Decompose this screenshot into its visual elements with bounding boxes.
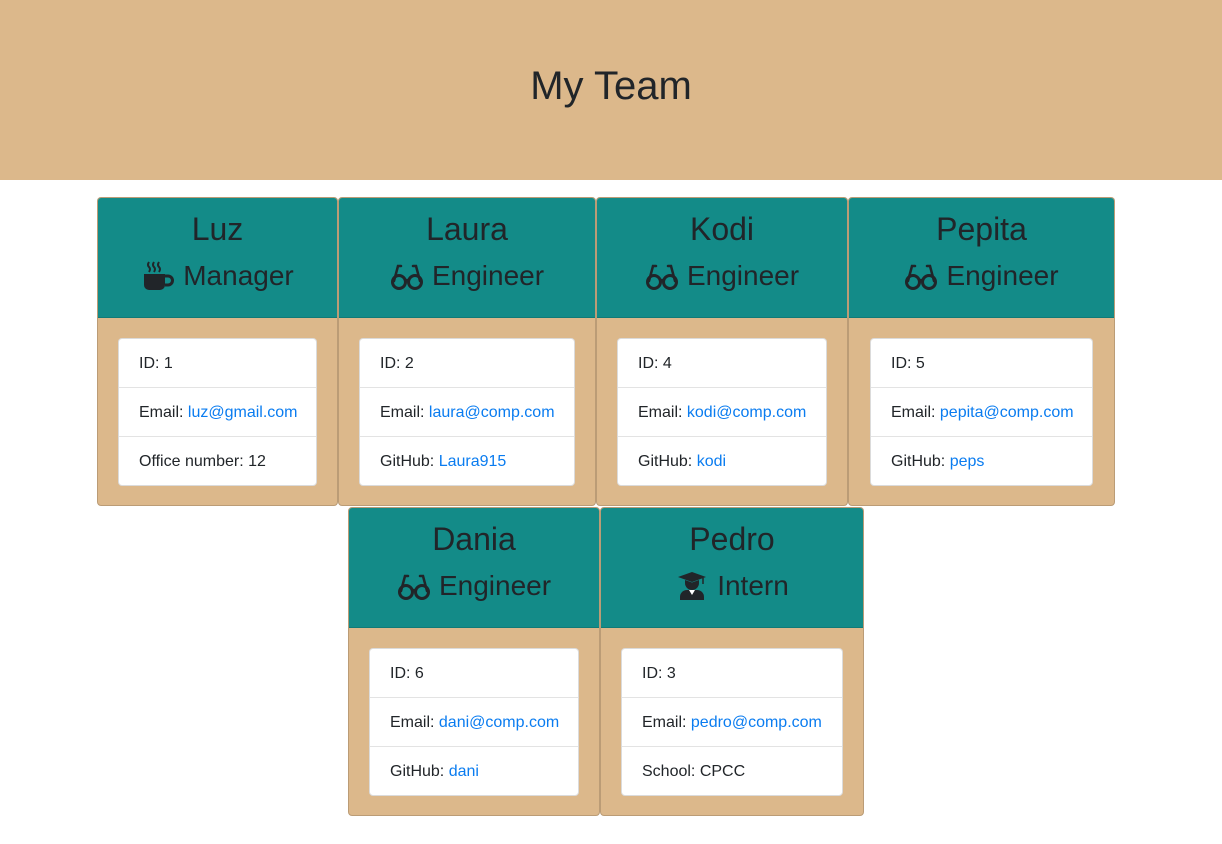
employee-name: Pedro [689, 521, 775, 557]
github-link[interactable]: dani [449, 763, 479, 780]
id-label: ID: [139, 355, 164, 372]
card-header: Luz Manager [98, 198, 337, 318]
team-header: My Team [0, 0, 1222, 180]
github-item: GitHub: dani [370, 747, 578, 796]
role-label: Engineer [946, 260, 1059, 291]
id-item: ID: 6 [370, 649, 578, 698]
id-label: ID: [638, 355, 663, 372]
email-link[interactable]: kodi@comp.com [687, 404, 806, 421]
id-label: ID: [891, 355, 916, 372]
email-item: Email: pepita@comp.com [871, 388, 1092, 437]
employee-role: Intern [601, 568, 863, 604]
card-header: Dania Engineer [349, 508, 599, 628]
role-label: Intern [717, 570, 789, 601]
employee-details: ID: 2 Email: laura@comp.com GitHub: Laur… [359, 338, 575, 486]
employee-card: Luz Manager ID: 1 Email: luz@gmail.com O… [97, 197, 338, 506]
employee-role: Engineer [849, 258, 1114, 294]
id-value: 2 [404, 355, 414, 372]
employee-role: Engineer [597, 258, 847, 294]
id-item: ID: 3 [622, 649, 842, 698]
id-value: 6 [414, 665, 424, 682]
employee-card: Laura Engineer ID: 2 Email: laura@comp.c… [338, 197, 596, 506]
email-link[interactable]: laura@comp.com [429, 404, 555, 421]
github-label: GitHub: [638, 453, 697, 470]
role-label: Engineer [686, 260, 800, 291]
github-item: GitHub: Laura915 [360, 437, 574, 486]
employee-card: Pepita Engineer ID: 5 Email: pepita@comp… [848, 197, 1115, 506]
email-label: Email: [642, 714, 691, 731]
id-label: ID: [642, 665, 667, 682]
id-item: ID: 5 [871, 339, 1092, 388]
school-label: School: [642, 763, 700, 780]
github-link[interactable]: kodi [697, 453, 726, 470]
employee-role: Manager [98, 258, 337, 294]
glasses-icon [397, 571, 431, 601]
employee-name: Pepita [936, 211, 1027, 247]
email-label: Email: [380, 404, 429, 421]
email-link[interactable]: pedro@comp.com [691, 714, 822, 731]
email-item: Email: luz@gmail.com [119, 388, 316, 437]
glasses-icon [645, 261, 679, 291]
employee-card: Pedro Intern ID: 3 Email: pedro@comp.com… [600, 507, 864, 816]
github-item: GitHub: peps [871, 437, 1092, 486]
school-value: CPCC [699, 763, 746, 780]
id-value: 1 [163, 355, 173, 372]
email-item: Email: pedro@comp.com [622, 698, 842, 747]
email-link[interactable]: luz@gmail.com [188, 404, 298, 421]
email-item: Email: laura@comp.com [360, 388, 574, 437]
email-label: Email: [638, 404, 687, 421]
id-value: 3 [666, 665, 676, 682]
role-label: Engineer [438, 570, 552, 601]
email-label: Email: [390, 714, 439, 731]
employee-name: Luz [191, 211, 244, 247]
glasses-icon [390, 261, 424, 291]
employee-details: ID: 1 Email: luz@gmail.com Office number… [118, 338, 317, 486]
employee-name: Kodi [689, 211, 755, 247]
email-label: Email: [139, 404, 188, 421]
email-label: Email: [891, 404, 940, 421]
id-item: ID: 4 [618, 339, 826, 388]
card-header: Pedro Intern [601, 508, 863, 628]
employee-card: Kodi Engineer ID: 4 Email: kodi@comp.com… [596, 197, 848, 506]
card-header: Laura Engineer [339, 198, 595, 318]
employee-role: Engineer [339, 258, 595, 294]
role-label: Manager [183, 260, 294, 291]
id-label: ID: [380, 355, 405, 372]
email-item: Email: kodi@comp.com [618, 388, 826, 437]
employee-details: ID: 3 Email: pedro@comp.com School: CPCC [621, 648, 843, 796]
id-value: 5 [915, 355, 925, 372]
email-link[interactable]: dani@comp.com [439, 714, 559, 731]
employee-details: ID: 5 Email: pepita@comp.com GitHub: pep… [870, 338, 1093, 486]
graduate-icon [675, 571, 709, 601]
github-item: GitHub: kodi [618, 437, 826, 486]
mug-icon [141, 261, 175, 291]
employee-details: ID: 4 Email: kodi@comp.com GitHub: kodi [617, 338, 827, 486]
id-value: 4 [662, 355, 672, 372]
employee-name: Laura [426, 211, 508, 247]
employee-name: Dania [432, 521, 516, 557]
office-number-item: Office number: 12 [119, 437, 316, 486]
school-item: School: CPCC [622, 747, 842, 796]
card-header: Pepita Engineer [849, 198, 1114, 318]
office-number-value: 12 [248, 453, 266, 470]
id-item: ID: 1 [119, 339, 316, 388]
email-link[interactable]: pepita@comp.com [940, 404, 1074, 421]
github-link[interactable]: Laura915 [439, 453, 507, 470]
page-title: My Team [530, 64, 692, 108]
glasses-icon [904, 261, 938, 291]
employee-card: Dania Engineer ID: 6 Email: dani@comp.co… [348, 507, 600, 816]
github-label: GitHub: [390, 763, 449, 780]
office-number-label: Office number: [139, 453, 249, 470]
github-link[interactable]: peps [950, 453, 985, 470]
github-label: GitHub: [380, 453, 439, 470]
employee-role: Engineer [349, 568, 599, 604]
id-label: ID: [390, 665, 415, 682]
employee-details: ID: 6 Email: dani@comp.com GitHub: dani [369, 648, 579, 796]
email-item: Email: dani@comp.com [370, 698, 578, 747]
id-item: ID: 2 [360, 339, 574, 388]
role-label: Engineer [431, 260, 545, 291]
card-header: Kodi Engineer [597, 198, 847, 318]
github-label: GitHub: [891, 453, 950, 470]
